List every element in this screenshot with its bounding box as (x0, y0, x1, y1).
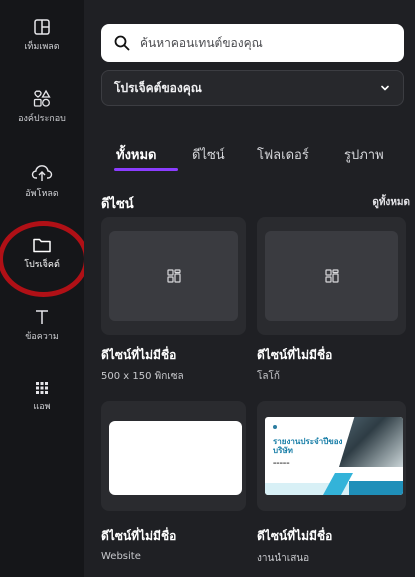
design-title: ดีไซน์ที่ไม่มีชื่อ (101, 529, 177, 543)
rail-item-text[interactable]: ข้อความ (0, 308, 84, 343)
design-thumbnail (101, 401, 246, 511)
rail-item-projects[interactable]: โปรเจ็คต์ (0, 236, 84, 271)
rail-label-text: ข้อความ (25, 332, 59, 342)
design-placeholder-icon (324, 269, 339, 283)
placeholder-thumb (109, 231, 238, 321)
tab-all[interactable]: ทั้งหมด (116, 144, 157, 165)
design-title: ดีไซน์ที่ไม่มีชื่อ (257, 348, 333, 362)
filter-tabs: ทั้งหมด ดีไซน์ โฟลเดอร์ รูปภาพ (84, 136, 415, 176)
design-card[interactable]: ดีไซน์ที่ไม่มีชื่อ 500 x 150 พิกเซล (101, 217, 246, 392)
search-icon (114, 35, 130, 51)
projects-panel: โปรเจ็คต์ของคุณ ทั้งหมด ดีไซน์ โฟลเดอร์ … (84, 0, 415, 577)
rail-label-elements: องค์ประกอบ (18, 114, 66, 124)
tab-images[interactable]: รูปภาพ (344, 144, 384, 165)
website-thumb (109, 421, 242, 495)
design-subtitle: โลโก้ (257, 371, 280, 382)
scope-dropdown[interactable]: โปรเจ็คต์ของคุณ (101, 70, 404, 106)
scope-dropdown-value: โปรเจ็คต์ของคุณ (114, 80, 202, 95)
tab-folders[interactable]: โฟลเดอร์ (257, 144, 309, 165)
design-subtitle: 500 x 150 พิกเซล (101, 371, 184, 382)
rail-item-elements[interactable]: องค์ประกอบ (0, 88, 84, 125)
design-subtitle: Website (101, 551, 141, 562)
active-tab-indicator (114, 168, 178, 171)
text-icon (36, 310, 48, 324)
side-rail: เท็มเพลต องค์ประกอบ อัพโหลด โปรเจ็คต์ ข้… (0, 0, 89, 577)
chevron-down-icon (381, 85, 389, 91)
design-title: ดีไซน์ที่ไม่มีชื่อ (101, 348, 177, 362)
search-box[interactable] (101, 24, 404, 62)
placeholder-thumb (265, 231, 398, 321)
design-thumbnail (257, 217, 406, 335)
template-icon (34, 19, 50, 35)
rail-label-apps: แอพ (33, 402, 51, 412)
folder-icon (33, 238, 51, 253)
tab-designs[interactable]: ดีไซน์ (192, 144, 225, 165)
rail-label-uploads: อัพโหลด (25, 189, 59, 199)
presentation-subtitle-line: ▬▬▬▬▬ (273, 461, 290, 465)
elements-icon (33, 89, 51, 107)
apps-grid-icon (36, 382, 48, 394)
presentation-title: รายงานประจำปีของบริษัท (273, 437, 343, 455)
rail-label-projects: โปรเจ็คต์ (24, 260, 60, 270)
design-thumbnail (101, 217, 246, 335)
presentation-thumb: รายงานประจำปีของบริษัท ▬▬▬▬▬ (265, 417, 403, 495)
see-all-link[interactable]: ดูทั้งหมด (372, 195, 410, 210)
rail-label-templates: เท็มเพลต (24, 42, 60, 52)
design-title: ดีไซน์ที่ไม่มีชื่อ (257, 529, 333, 543)
presentation-footer-band (349, 481, 403, 495)
section-title: ดีไซน์ (101, 197, 134, 212)
design-placeholder-icon (166, 269, 181, 283)
presentation-photo (339, 417, 403, 467)
design-subtitle: งานนำเสนอ (257, 553, 310, 564)
design-card[interactable]: ดีไซน์ที่ไม่มีชื่อ Website (101, 401, 246, 576)
presentation-brand-mark (273, 424, 279, 429)
rail-item-templates[interactable]: เท็มเพลต (0, 18, 84, 53)
design-thumbnail: รายงานประจำปีของบริษัท ▬▬▬▬▬ (257, 401, 406, 511)
rail-item-apps[interactable]: แอพ (0, 380, 84, 413)
cloud-upload-icon (31, 165, 53, 181)
search-input[interactable] (140, 36, 380, 50)
design-card[interactable]: รายงานประจำปีของบริษัท ▬▬▬▬▬ ดีไซน์ที่ไม… (257, 401, 406, 576)
design-card[interactable]: ดีไซน์ที่ไม่มีชื่อ โลโก้ (257, 217, 406, 392)
rail-item-uploads[interactable]: อัพโหลด (0, 163, 84, 200)
